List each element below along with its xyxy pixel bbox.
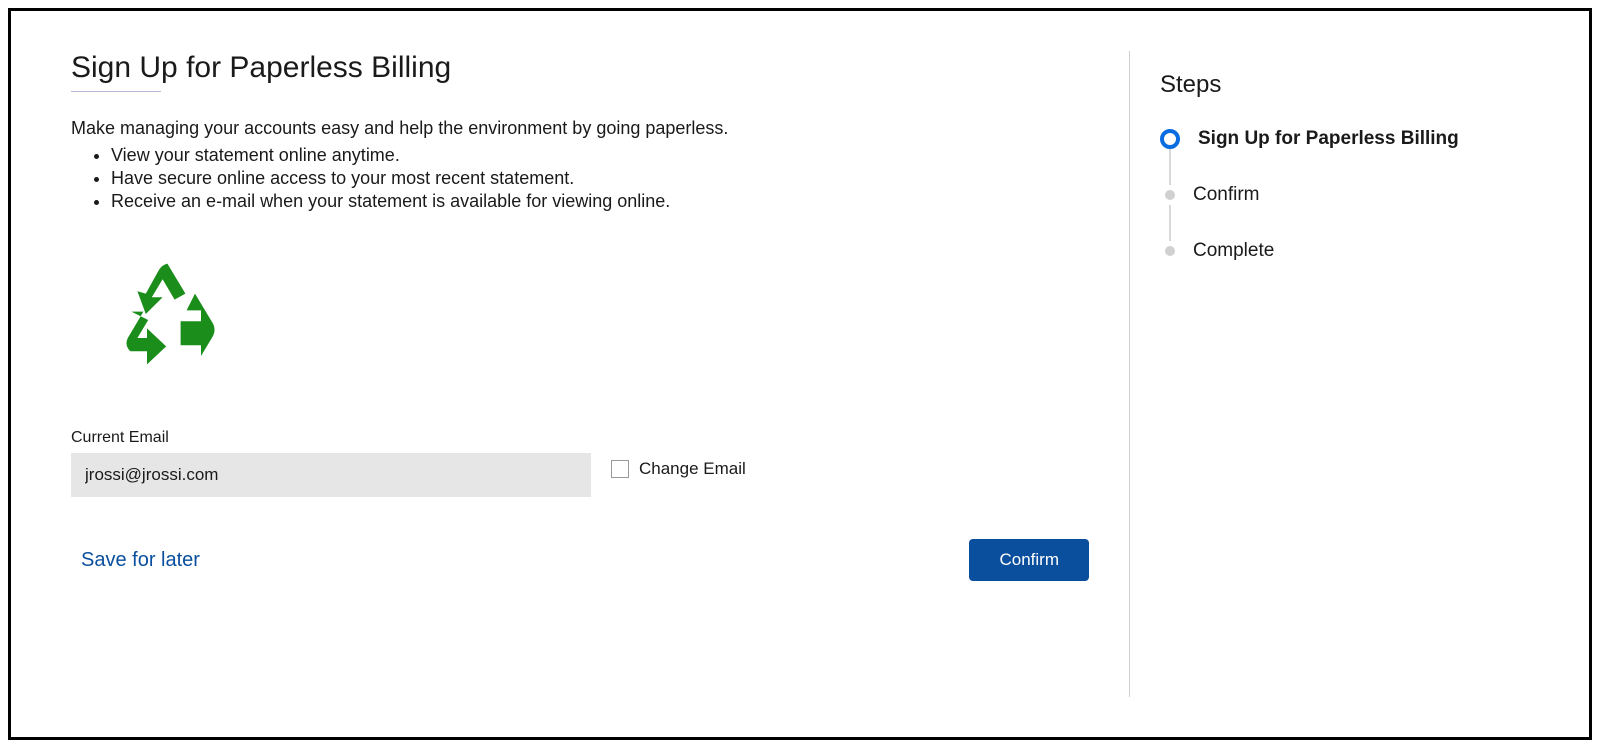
confirm-button[interactable]: Confirm: [969, 539, 1089, 581]
email-section: Current Email Change Email: [71, 429, 1089, 497]
recycle-icon-wrap: [111, 254, 1089, 379]
step-item-confirm: Confirm: [1160, 185, 1529, 205]
change-email-option: Change Email: [611, 459, 746, 479]
step-label: Sign Up for Paperless Billing: [1198, 129, 1459, 149]
email-input[interactable]: [71, 453, 591, 497]
benefit-item: Have secure online access to your most r…: [111, 168, 1089, 189]
save-for-later-link[interactable]: Save for later: [71, 549, 200, 572]
step-label: Confirm: [1193, 185, 1260, 205]
benefits-list: View your statement online anytime. Have…: [71, 143, 1089, 214]
step-connector: [1169, 149, 1171, 185]
change-email-label: Change Email: [639, 459, 746, 479]
step-marker-inactive-icon: [1165, 246, 1175, 256]
email-field-label: Current Email: [71, 429, 1089, 447]
step-marker-active-icon: [1160, 129, 1180, 149]
benefit-item: View your statement online anytime.: [111, 145, 1089, 166]
steps-list: Sign Up for Paperless Billing Confirm Co…: [1160, 129, 1529, 261]
main-content: Sign Up for Paperless Billing Make manag…: [71, 51, 1129, 697]
step-item-complete: Complete: [1160, 241, 1529, 261]
intro-text: Make managing your accounts easy and hel…: [71, 118, 1089, 139]
step-item-signup: Sign Up for Paperless Billing: [1160, 129, 1529, 149]
page-frame: Sign Up for Paperless Billing Make manag…: [8, 8, 1592, 740]
recycle-icon: [111, 361, 231, 378]
step-connector: [1169, 205, 1171, 241]
page-title: Sign Up for Paperless Billing: [71, 51, 1089, 85]
email-row: Change Email: [71, 453, 1089, 497]
change-email-checkbox[interactable]: [611, 460, 629, 478]
title-underline: [71, 91, 161, 92]
steps-sidebar: Steps Sign Up for Paperless Billing Conf…: [1129, 51, 1529, 697]
steps-heading: Steps: [1160, 71, 1529, 99]
action-row: Save for later Confirm: [71, 539, 1089, 581]
step-marker-inactive-icon: [1165, 190, 1175, 200]
benefit-item: Receive an e-mail when your statement is…: [111, 191, 1089, 212]
step-label: Complete: [1193, 241, 1274, 261]
